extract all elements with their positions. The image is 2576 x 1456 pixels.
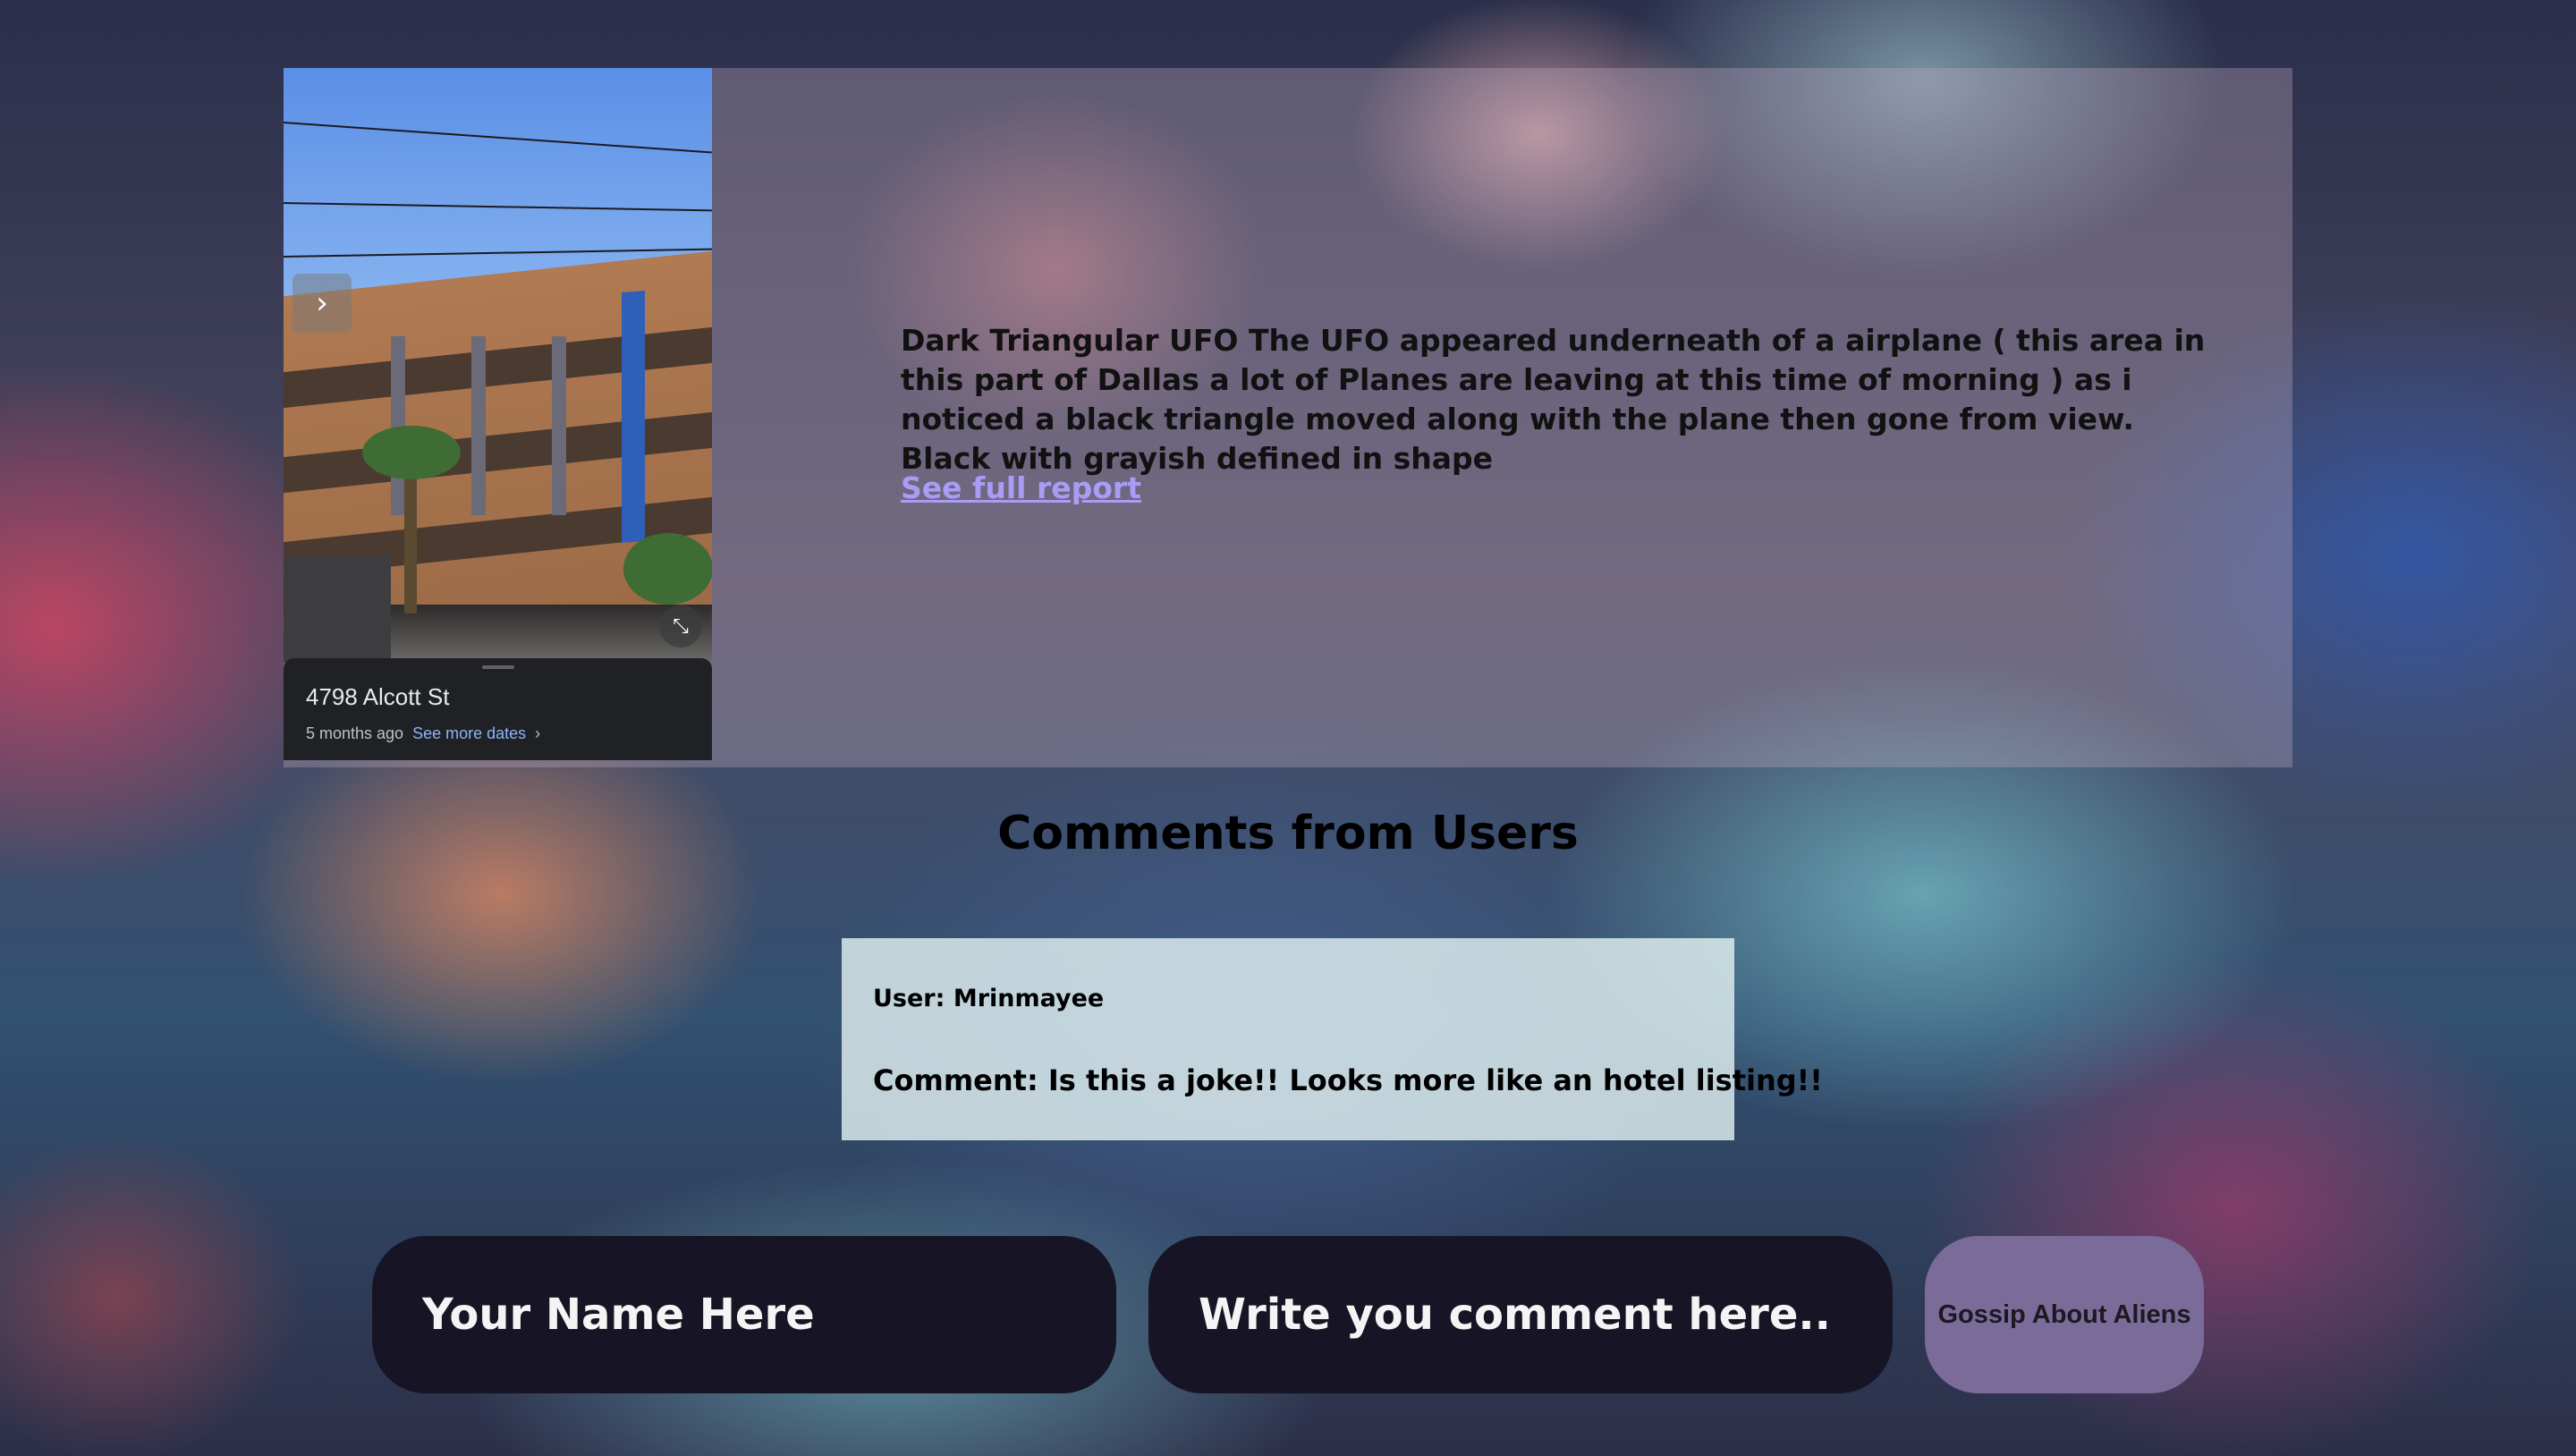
see-more-dates-link[interactable]: See more dates — [412, 724, 526, 742]
chevron-right-icon: › — [535, 724, 541, 742]
collapse-icon[interactable]: ⤡ — [659, 605, 702, 648]
comment-user: User: Mrinmayee — [873, 985, 1105, 1012]
drag-handle[interactable] — [482, 665, 514, 669]
vertical-banner — [622, 291, 645, 543]
capture-date-row: 5 months ago See more dates › — [306, 724, 540, 743]
capture-age: 5 months ago — [306, 724, 404, 742]
building-door — [284, 555, 391, 663]
comment-text: Comment: Is this a joke!! Looks more lik… — [873, 1063, 1823, 1097]
street-view-info-panel: 4798 Alcott St 5 months ago See more date… — [284, 658, 712, 760]
see-full-report-link[interactable]: See full report — [901, 470, 1141, 505]
bush — [623, 533, 712, 605]
palm-tree-leaves — [362, 426, 461, 479]
name-input[interactable] — [372, 1236, 1116, 1393]
gossip-submit-button[interactable]: Gossip About Aliens — [1925, 1236, 2204, 1393]
street-view-embed[interactable]: › ⤡ 4798 Alcott St 5 months ago See more … — [284, 68, 712, 760]
report-description: Dark Triangular UFO The UFO appeared und… — [901, 323, 2206, 476]
street-view-next-arrow-icon[interactable]: › — [292, 274, 352, 333]
comment-card: User: Mrinmayee Comment: Is this a joke!… — [842, 938, 1823, 1140]
sighting-report-card: › ⤡ 4798 Alcott St 5 months ago See more … — [284, 68, 2292, 767]
street-address: 4798 Alcott St — [306, 683, 450, 710]
comments-heading: Comments from Users — [997, 807, 1579, 860]
garage-pillar — [552, 336, 566, 515]
garage-pillar — [471, 336, 486, 515]
comment-input[interactable] — [1148, 1236, 1893, 1393]
